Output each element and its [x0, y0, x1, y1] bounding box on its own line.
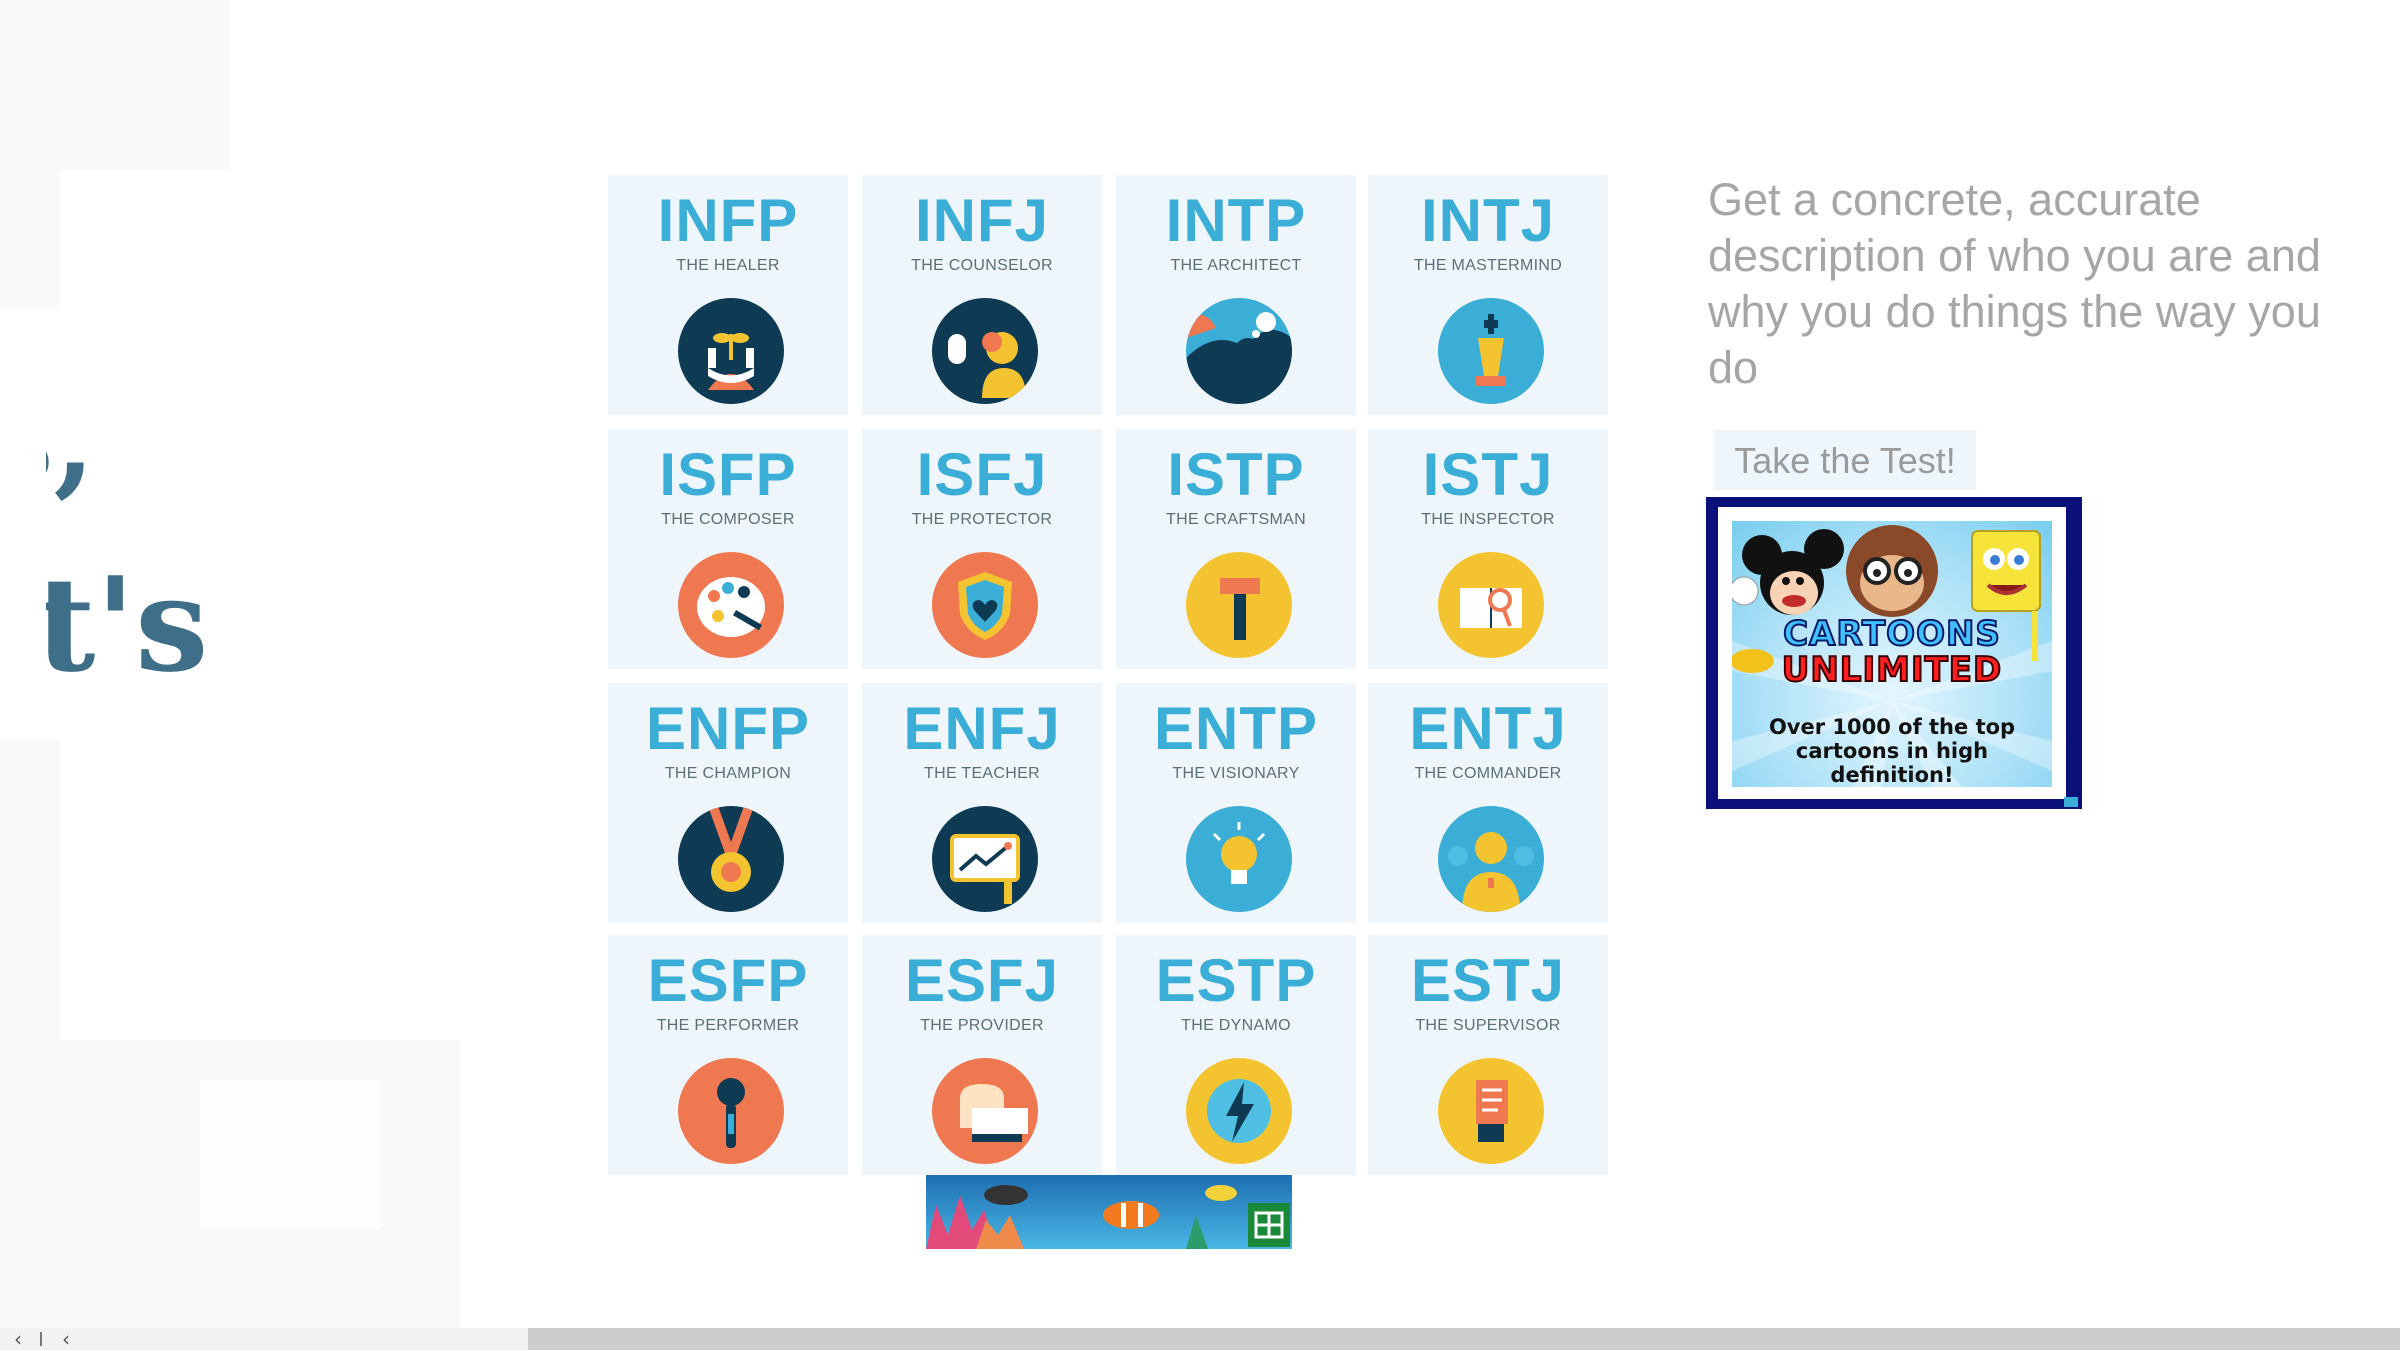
type-code: ENTJ: [1409, 695, 1567, 762]
hero-line-1: s,: [46, 369, 96, 510]
type-tile-esfj[interactable]: ESFJ THE PROVIDER: [862, 935, 1102, 1175]
type-code: ENTP: [1153, 695, 1319, 762]
ad-artwork: CARTOONS UNLIMITED Over 1000 of the top …: [1732, 521, 2052, 787]
type-tile-isfj[interactable]: ISFJ THE PROTECTOR: [862, 429, 1102, 669]
ad-title-line2: UNLIMITED: [1781, 650, 2003, 690]
type-tile-isfp[interactable]: ISFP THE COMPOSER: [608, 429, 848, 669]
type-code: INTP: [1165, 187, 1307, 254]
type-code: INTJ: [1420, 187, 1556, 254]
ad-title-line1: CARTOONS: [1782, 614, 2001, 654]
book-magnifier-icon: [1438, 552, 1544, 658]
speaking-person-icon: [932, 298, 1038, 404]
scroll-left-icon[interactable]: ‹: [14, 1328, 22, 1350]
type-name: THE CHAMPION: [664, 765, 792, 782]
checklist-icon: [1438, 1058, 1544, 1164]
type-code: INFP: [657, 187, 799, 254]
microphone-icon: [678, 1058, 784, 1164]
type-name: THE COMMANDER: [1414, 765, 1562, 782]
type-tile-estp[interactable]: ESTP THE DYNAMO: [1116, 935, 1356, 1175]
cartoons-ad[interactable]: CARTOONS UNLIMITED Over 1000 of the top …: [1706, 497, 2082, 809]
type-name: THE COUNSELOR: [911, 257, 1053, 274]
take-test-button[interactable]: Take the Test!: [1714, 430, 1976, 490]
type-tile-esfp[interactable]: ESFP THE PERFORMER: [608, 935, 848, 1175]
ad-caption: Over 1000 of the top cartoons in high de…: [1768, 715, 2016, 787]
type-tile-intj[interactable]: INTJ THE MASTERMIND: [1368, 175, 1608, 415]
type-name: THE HEALER: [676, 257, 780, 274]
hammer-icon: [1186, 552, 1292, 658]
lightbulb-icon: [1186, 806, 1292, 912]
commander-icon: [1438, 806, 1544, 912]
lightning-icon: [1186, 1058, 1292, 1164]
type-tile-infp[interactable]: INFP THE HEALER: [608, 175, 848, 415]
type-name: THE CRAFTSMAN: [1166, 511, 1306, 528]
chart-board-icon: [932, 806, 1038, 912]
type-name: THE VISIONARY: [1172, 765, 1300, 782]
type-tile-istp[interactable]: ISTP THE CRAFTSMAN: [1116, 429, 1356, 669]
scroll-back-icon[interactable]: ‹: [62, 1328, 70, 1350]
chess-king-icon: [1438, 298, 1544, 404]
horizontal-scrollbar[interactable]: ‹ ‹: [0, 1328, 2400, 1350]
type-tile-intp[interactable]: INTP THE ARCHITECT: [1116, 175, 1356, 415]
type-tile-entj[interactable]: ENTJ THE COMMANDER: [1368, 683, 1608, 923]
type-code: ISTP: [1167, 441, 1305, 508]
type-code: ISFP: [659, 441, 797, 508]
type-name: THE DYNAMO: [1181, 1017, 1291, 1034]
type-name: THE INSPECTOR: [1421, 511, 1555, 528]
type-code: ESFJ: [904, 947, 1060, 1014]
type-tile-entp[interactable]: ENTP THE VISIONARY: [1116, 683, 1356, 923]
hero-line-2: it's: [46, 548, 209, 701]
type-name: THE PROVIDER: [920, 1017, 1044, 1034]
type-code: ENFJ: [903, 695, 1061, 762]
scroll-thumb[interactable]: [528, 1328, 2400, 1350]
type-code: INFJ: [914, 187, 1050, 254]
type-code: ESTJ: [1410, 947, 1566, 1014]
type-name: THE TEACHER: [924, 765, 1040, 782]
type-code: ESTP: [1155, 947, 1317, 1014]
ad-info-icon[interactable]: [2064, 797, 2078, 807]
test-description: Get a concrete, accurate description of …: [1708, 174, 2321, 393]
type-tile-estj[interactable]: ESTJ THE SUPERVISOR: [1368, 935, 1608, 1175]
type-name: THE PERFORMER: [656, 1017, 800, 1034]
bread-plate-icon: [932, 1058, 1038, 1164]
type-name: THE ARCHITECT: [1170, 257, 1302, 274]
medal-icon: [678, 806, 784, 912]
type-name: THE SUPERVISOR: [1415, 1017, 1561, 1034]
hands-plant-icon: [678, 298, 784, 404]
type-code: ISTJ: [1422, 441, 1554, 508]
heart-shield-icon: [932, 552, 1038, 658]
type-tile-infj[interactable]: INFJ THE COUNSELOR: [862, 175, 1102, 415]
hero-text-clip: s, it's: [46, 0, 466, 1330]
type-code: ISFJ: [916, 441, 1048, 508]
paint-palette-icon: [678, 552, 784, 658]
thinker-icon: [1186, 298, 1292, 404]
type-code: ENFP: [645, 695, 811, 762]
type-name: THE MASTERMIND: [1413, 257, 1563, 274]
scroll-divider: [40, 1332, 42, 1346]
type-tile-istj[interactable]: ISTJ THE INSPECTOR: [1368, 429, 1608, 669]
aquarium-ad-banner[interactable]: [926, 1175, 1292, 1249]
aquarium-ad-image: [926, 1175, 1292, 1249]
type-tile-enfj[interactable]: ENFJ THE TEACHER: [862, 683, 1102, 923]
type-name: THE COMPOSER: [661, 511, 795, 528]
ad-frame: CARTOONS UNLIMITED Over 1000 of the top …: [1718, 507, 2066, 799]
type-tile-enfp[interactable]: ENFP THE CHAMPION: [608, 683, 848, 923]
type-code: ESFP: [647, 947, 809, 1014]
type-name: THE PROTECTOR: [911, 511, 1053, 528]
